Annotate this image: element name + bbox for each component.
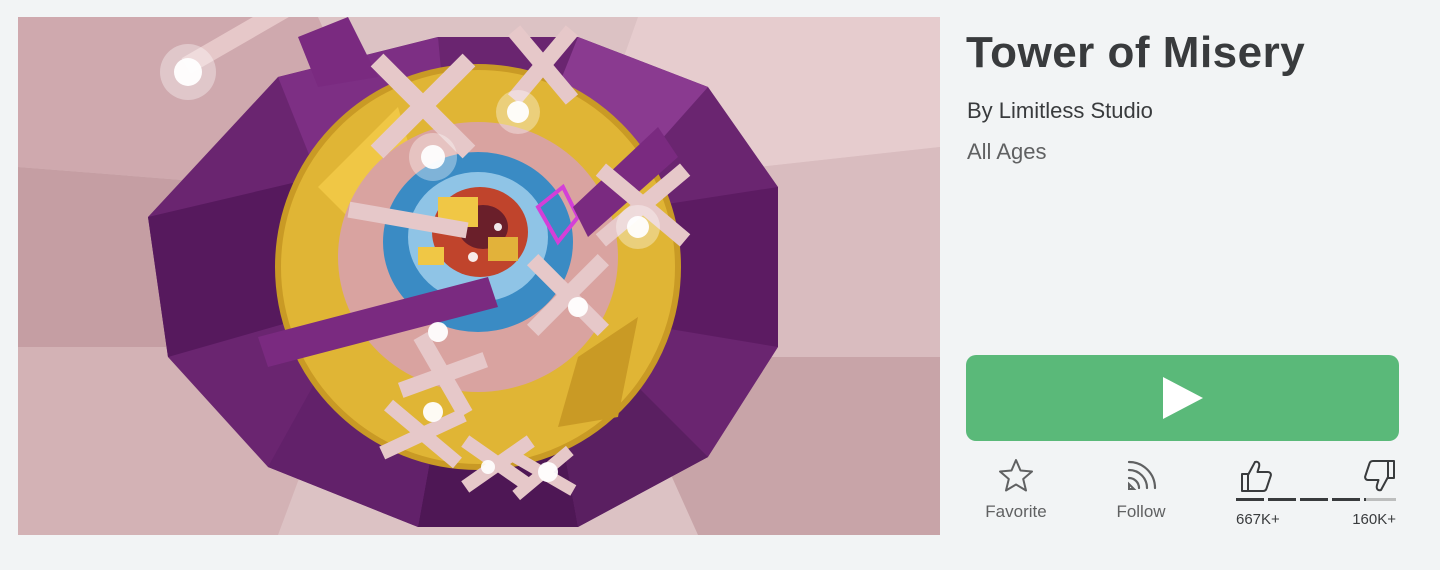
vote-section: 667K+ 160K+ — [1236, 458, 1400, 538]
vote-bar-segment-gap — [1264, 498, 1268, 501]
vote-ratio-bar — [1236, 498, 1396, 501]
star-icon — [999, 459, 1033, 492]
game-title: Tower of Misery — [966, 28, 1306, 77]
vote-bar-segment-gap — [1328, 498, 1332, 501]
rss-icon — [1127, 460, 1157, 490]
age-rating: All Ages — [967, 139, 1047, 164]
follow-button[interactable]: Follow — [1091, 458, 1191, 522]
thumbnail-image — [18, 17, 940, 535]
creator-link[interactable]: By Limitless Studio — [967, 98, 1153, 124]
follow-label: Follow — [1116, 502, 1166, 521]
play-button[interactable] — [966, 355, 1399, 441]
thumbs-down-icon[interactable] — [1362, 458, 1398, 494]
vote-bar-segment-gap — [1360, 498, 1364, 501]
downvote-count: 160K+ — [1352, 511, 1396, 528]
upvote-count: 667K+ — [1236, 511, 1280, 528]
game-details-page: Tower of Misery By Limitless Studio All … — [0, 0, 1440, 570]
game-actions: Favorite Follow 667K+ 160K+ — [966, 458, 1399, 538]
favorite-label: Favorite — [985, 502, 1047, 521]
thumbs-up-icon[interactable] — [1238, 458, 1274, 494]
game-details-panel: Tower of Misery By Limitless Studio All … — [966, 0, 1416, 570]
play-icon — [1162, 377, 1203, 419]
vote-ratio-fill — [1236, 498, 1366, 501]
favorite-button[interactable]: Favorite — [966, 458, 1066, 522]
vote-bar-segment-gap — [1296, 498, 1300, 501]
game-thumbnail[interactable] — [18, 17, 940, 535]
